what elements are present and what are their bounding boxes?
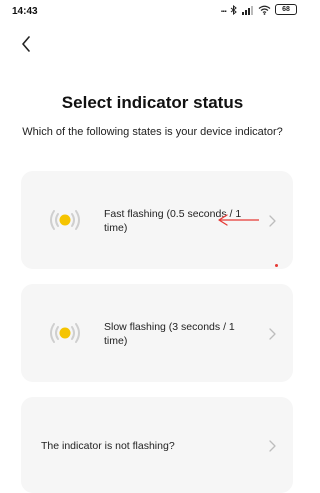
option-slow-flashing[interactable]: Slow flashing (3 seconds / 1 time) <box>21 284 293 382</box>
status-time: 14:43 <box>12 6 38 17</box>
flashing-light-icon <box>50 323 80 343</box>
flashing-light-icon <box>50 210 80 230</box>
cellular-signal-icon <box>242 5 253 15</box>
status-dots: ... <box>220 4 227 15</box>
chevron-left-icon <box>22 36 30 52</box>
status-icons: ... 68 <box>221 4 297 15</box>
option-label: Slow flashing (3 seconds / 1 time) <box>104 321 235 347</box>
red-arrow-annotation <box>218 214 259 226</box>
page-subtitle: Which of the following states is your de… <box>22 126 283 138</box>
chevron-right-icon <box>269 440 276 452</box>
chevron-right-icon <box>269 215 276 227</box>
red-dot-annotation <box>275 264 278 267</box>
back-button[interactable] <box>14 32 38 56</box>
wifi-icon <box>258 5 271 15</box>
option-not-flashing[interactable]: The indicator is not flashing? <box>21 397 293 493</box>
option-label: The indicator is not flashing? <box>41 440 175 452</box>
bluetooth-icon <box>230 4 237 15</box>
status-bar: 14:43 ... 68 <box>0 0 305 24</box>
chevron-right-icon <box>269 328 276 340</box>
battery-icon: 68 <box>275 4 297 15</box>
page-title: Select indicator status <box>61 93 244 112</box>
